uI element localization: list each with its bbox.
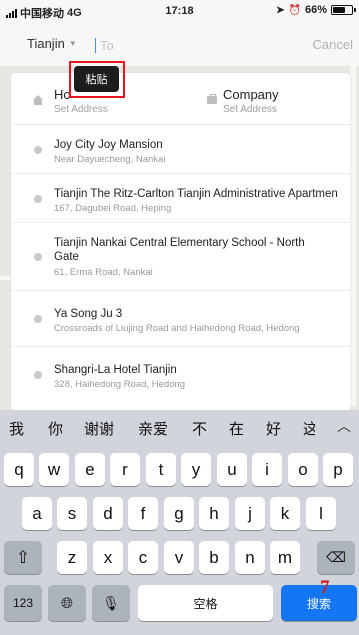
- result-address: 61, Erma Road, Nankai: [54, 267, 153, 278]
- key-c[interactable]: c: [128, 541, 158, 574]
- key-o[interactable]: o: [288, 453, 318, 486]
- keyboard: 我 你 谢谢 亲爱 不 在 好 这 ︿ q w e r t y u i o p …: [0, 410, 359, 635]
- key-d[interactable]: d: [93, 497, 123, 530]
- city-label: Tianjin: [27, 36, 65, 51]
- key-x[interactable]: x: [93, 541, 123, 574]
- result-title: Shangri-La Hotel Tianjin: [54, 364, 177, 376]
- place-dot-icon: [34, 371, 42, 379]
- key-w[interactable]: w: [39, 453, 69, 486]
- status-right: ➤ ⏰ 66%: [276, 4, 356, 16]
- paste-tooltip: 粘贴: [69, 61, 125, 98]
- result-title: Ya Song Ju 3: [54, 308, 123, 320]
- search-key[interactable]: 搜索: [281, 585, 357, 621]
- key-y[interactable]: y: [181, 453, 211, 486]
- key-p[interactable]: p: [323, 453, 353, 486]
- result-address: 328, Haihedong Road, Hedong: [54, 379, 185, 390]
- place-dot-icon: [34, 253, 42, 261]
- company-label: Company: [223, 87, 279, 102]
- candidate-word[interactable]: 我: [9, 418, 24, 439]
- annotation-number: 7: [320, 577, 330, 598]
- key-h[interactable]: h: [199, 497, 229, 530]
- numbers-key[interactable]: 123: [4, 585, 42, 621]
- backspace-icon: ⌫: [326, 549, 346, 565]
- key-f[interactable]: f: [128, 497, 158, 530]
- place-dot-icon: [34, 146, 42, 154]
- list-item[interactable]: Shangri-La Hotel Tianjin 328, Haihedong …: [11, 347, 350, 411]
- cancel-button[interactable]: Cancel: [313, 37, 353, 52]
- backspace-key[interactable]: ⌫: [317, 541, 355, 574]
- shortcut-row: Ho Set Address Company Set Address: [11, 73, 350, 125]
- key-z[interactable]: z: [57, 541, 87, 574]
- briefcase-icon: [207, 94, 217, 104]
- key-a[interactable]: a: [22, 497, 52, 530]
- key-n[interactable]: n: [235, 541, 265, 574]
- chevron-up-icon[interactable]: ︿: [337, 416, 351, 436]
- candidate-word[interactable]: 谢谢: [84, 418, 114, 439]
- globe-icon: 🌐︎: [60, 594, 73, 612]
- result-title: Tianjin Nankai Central Elementary School…: [54, 237, 305, 263]
- search-header: Tianjin ▼ Cancel: [0, 22, 359, 66]
- candidate-word[interactable]: 好: [266, 418, 281, 439]
- key-u[interactable]: u: [217, 453, 247, 486]
- key-b[interactable]: b: [199, 541, 229, 574]
- status-bar: 中国移动 4G 17:18 ➤ ⏰ 66%: [0, 0, 359, 22]
- candidate-word[interactable]: 你: [48, 418, 63, 439]
- list-item[interactable]: Ya Song Ju 3 Crossroads of Liujing Road …: [11, 291, 350, 347]
- list-item[interactable]: Tianjin The Ritz-Carlton Tianjin Adminis…: [11, 174, 350, 223]
- result-title: Tianjin The Ritz-Carlton Tianjin Adminis…: [54, 188, 338, 200]
- key-e[interactable]: e: [75, 453, 105, 486]
- key-j[interactable]: j: [235, 497, 265, 530]
- key-k[interactable]: k: [270, 497, 300, 530]
- key-t[interactable]: t: [146, 453, 176, 486]
- battery-icon: [331, 5, 356, 15]
- key-q[interactable]: q: [4, 453, 34, 486]
- paste-button[interactable]: 粘贴: [74, 66, 119, 92]
- candidate-word[interactable]: 这: [303, 418, 315, 439]
- result-address: Crossroads of Liujing Road and Haihedong…: [54, 323, 300, 334]
- globe-key[interactable]: 🌐︎: [48, 585, 86, 621]
- microphone-key[interactable]: 🎙︎: [92, 585, 130, 621]
- result-title: Joy City Joy Mansion: [54, 139, 163, 151]
- list-item[interactable]: Joy City Joy Mansion Near Dayuecheng, Na…: [11, 125, 350, 174]
- location-icon: ➤: [276, 4, 285, 16]
- city-picker[interactable]: Tianjin ▼: [27, 36, 77, 51]
- place-dot-icon: [34, 195, 42, 203]
- alarm-icon: ⏰: [288, 4, 301, 16]
- key-g[interactable]: g: [164, 497, 194, 530]
- space-key[interactable]: 空格: [138, 585, 273, 621]
- candidate-word[interactable]: 在: [229, 418, 244, 439]
- destination-input[interactable]: [100, 34, 300, 56]
- candidate-word[interactable]: 亲爱: [138, 418, 168, 439]
- company-sub: Set Address: [223, 104, 277, 115]
- shift-key[interactable]: ⇧: [4, 541, 42, 574]
- result-address: 167, Dagubei Road, Heping: [54, 203, 172, 214]
- key-i[interactable]: i: [252, 453, 282, 486]
- shift-icon: ⇧: [15, 547, 31, 567]
- text-cursor: [95, 38, 96, 53]
- battery-percent: 66%: [304, 4, 327, 16]
- microphone-icon: 🎙︎: [102, 594, 120, 611]
- key-m[interactable]: m: [270, 541, 300, 574]
- key-s[interactable]: s: [57, 497, 87, 530]
- key-v[interactable]: v: [164, 541, 194, 574]
- home-sub: Set Address: [54, 104, 108, 115]
- chevron-down-icon: ▼: [68, 39, 77, 48]
- suggestion-card: Ho Set Address Company Set Address Joy C…: [11, 73, 350, 411]
- key-r[interactable]: r: [110, 453, 140, 486]
- key-l[interactable]: l: [306, 497, 336, 530]
- candidate-word[interactable]: 不: [192, 418, 207, 439]
- result-address: Near Dayuecheng, Nankai: [54, 154, 166, 165]
- list-item[interactable]: Tianjin Nankai Central Elementary School…: [11, 223, 350, 291]
- home-icon: [33, 95, 43, 105]
- place-dot-icon: [34, 315, 42, 323]
- candidate-bar: 我 你 谢谢 亲爱 不 在 好 这 ︿: [0, 410, 359, 444]
